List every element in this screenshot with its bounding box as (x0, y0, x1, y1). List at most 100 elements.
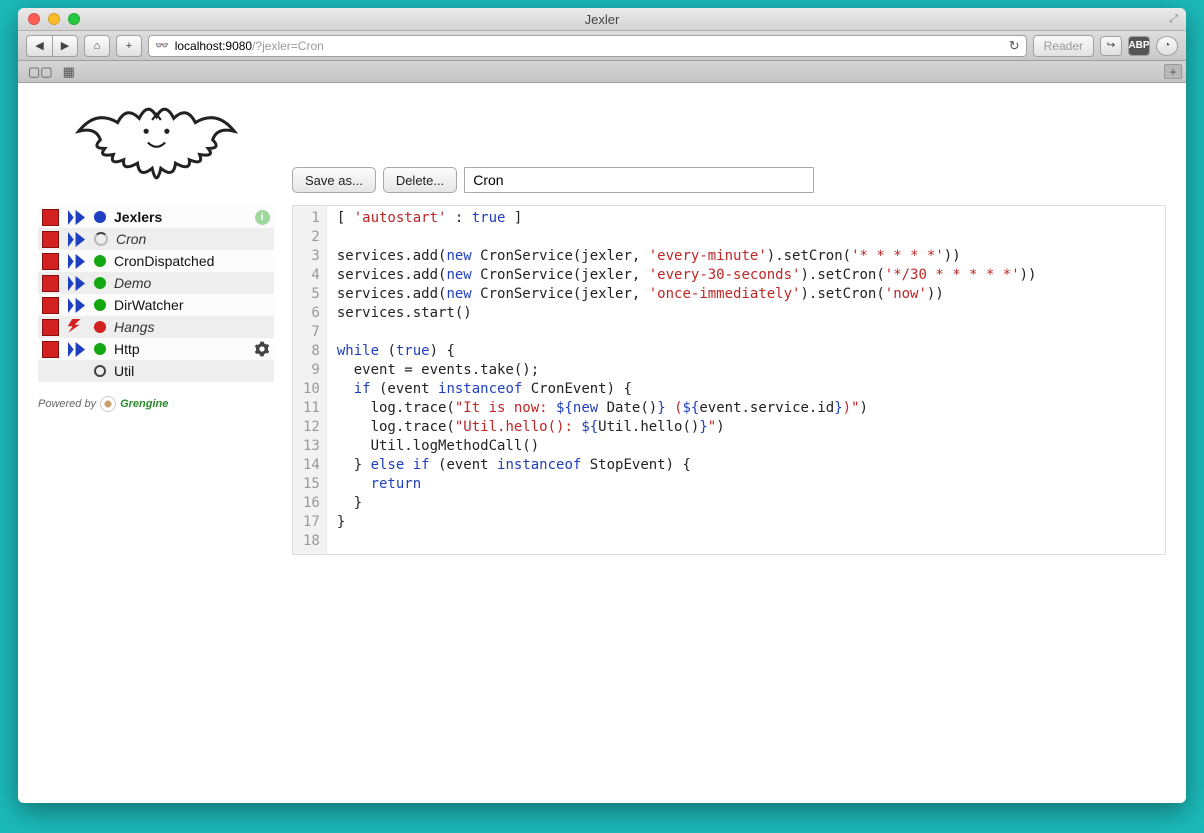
minimize-window-button[interactable] (48, 13, 60, 25)
url-host: localhost:9080 (175, 39, 252, 53)
jexler-list: Jexlers i CronCronDispatched Demo DirWatcher… (38, 206, 274, 382)
code-line[interactable]: while (true) { (337, 342, 1037, 361)
settings-icon[interactable] (254, 341, 270, 357)
traffic-lights (18, 13, 80, 25)
jexler-row-demo[interactable]: Demo (38, 272, 274, 294)
delete-button[interactable]: Delete... (383, 167, 457, 193)
status-dot-red (94, 321, 106, 333)
play-button[interactable] (67, 231, 86, 248)
status-dot-idle (94, 365, 106, 377)
grengine-logo-icon (100, 396, 116, 412)
jexler-logo (38, 95, 274, 206)
stop-button[interactable] (42, 319, 59, 336)
nav-buttons: ◀ ▶ (26, 35, 78, 57)
stop-button[interactable] (42, 209, 59, 226)
url-bar[interactable]: 👓 localhost:9080/?jexler=Cron ↻ (148, 35, 1027, 57)
line-number: 5 (303, 285, 320, 304)
jexler-name-label: Http (114, 341, 246, 357)
gutter: 123456789101112131415161718 (293, 206, 327, 554)
profile-icon[interactable]: ◔ (1156, 36, 1178, 56)
browser-window: Jexler ⤢ ◀ ▶ ⌂ + 👓 localhost:9080/?jexle… (18, 8, 1186, 803)
zoom-window-button[interactable] (68, 13, 80, 25)
titlebar: Jexler ⤢ (18, 8, 1186, 31)
jexler-name-input[interactable] (464, 167, 814, 193)
jexler-name-label: Demo (114, 275, 246, 291)
stop-button[interactable] (42, 275, 59, 292)
home-button[interactable]: ⌂ (84, 35, 110, 57)
save-as-button[interactable]: Save as... (292, 167, 376, 193)
sidebar: Jexlers i CronCronDispatched Demo DirWatcher… (38, 95, 274, 783)
code-line[interactable]: [ 'autostart' : true ] (337, 209, 1037, 228)
code-line[interactable]: services.add(new CronService(jexler, 'ev… (337, 266, 1037, 285)
code-line[interactable]: services.add(new CronService(jexler, 'ev… (337, 247, 1037, 266)
window-title: Jexler (18, 12, 1186, 27)
line-number: 9 (303, 361, 320, 380)
line-number: 16 (303, 494, 320, 513)
code-line[interactable]: return (337, 475, 1037, 494)
play-button[interactable] (67, 297, 86, 314)
forward-button[interactable]: ▶ (52, 35, 78, 57)
code-line[interactable]: log.trace("Util.hello(): ${Util.hello()}… (337, 418, 1037, 437)
code-line[interactable]: if (event instanceof CronEvent) { (337, 380, 1037, 399)
code-line[interactable]: services.add(new CronService(jexler, 'on… (337, 285, 1037, 304)
stop-button[interactable] (42, 297, 59, 314)
reader-button[interactable]: Reader (1033, 35, 1094, 57)
abp-icon[interactable]: ABP (1128, 36, 1150, 56)
code-line[interactable]: services.start() (337, 304, 1037, 323)
play-button[interactable] (67, 253, 86, 270)
stop-button[interactable] (42, 231, 59, 248)
new-tab-button[interactable]: + (1164, 64, 1182, 79)
stop-button[interactable] (42, 341, 59, 358)
code-line[interactable] (337, 228, 1037, 247)
grid-icon[interactable]: ▦ (63, 64, 75, 80)
jexler-row-http[interactable]: Http (38, 338, 274, 360)
line-number: 7 (303, 323, 320, 342)
line-number: 6 (303, 304, 320, 323)
code-line[interactable]: } else if (event instanceof StopEvent) { (337, 456, 1037, 475)
jexler-name-label: Util (114, 363, 246, 379)
line-number: 11 (303, 399, 320, 418)
code-area[interactable]: [ 'autostart' : true ] services.add(new C… (327, 206, 1047, 554)
code-line[interactable]: event = events.take(); (337, 361, 1037, 380)
code-editor[interactable]: 123456789101112131415161718 [ 'autostart… (292, 205, 1166, 555)
code-line[interactable]: } (337, 513, 1037, 532)
code-line[interactable] (337, 323, 1037, 342)
page-content: Jexlers i CronCronDispatched Demo DirWatcher… (18, 83, 1186, 803)
line-number: 8 (303, 342, 320, 361)
main-area: Save as... Delete... 1234567891011121314… (292, 95, 1166, 783)
jexler-row-dirwatcher[interactable]: DirWatcher (38, 294, 274, 316)
info-icon[interactable]: i (255, 210, 270, 225)
status-dot-green (94, 277, 106, 289)
code-line[interactable] (337, 532, 1037, 551)
code-line[interactable]: } (337, 494, 1037, 513)
jexler-row-util[interactable]: Util (38, 360, 274, 382)
jexler-row-cron[interactable]: Cron (38, 228, 274, 250)
add-bookmark-button[interactable]: + (116, 35, 142, 57)
action-row: Save as... Delete... (292, 167, 1166, 193)
fullscreen-icon[interactable]: ⤢ (1169, 13, 1178, 26)
jexler-name-label: Jexlers (114, 209, 246, 225)
grengine-link[interactable]: Grengine (120, 398, 168, 410)
line-number: 13 (303, 437, 320, 456)
back-button[interactable]: ◀ (26, 35, 52, 57)
jexler-row-crondispatched[interactable]: CronDispatched (38, 250, 274, 272)
close-window-button[interactable] (28, 13, 40, 25)
play-button[interactable] (67, 275, 86, 292)
code-line[interactable]: Util.logMethodCall() (337, 437, 1037, 456)
busy-spinner-icon (94, 232, 108, 246)
reader-glasses-icon: 👓 (155, 39, 169, 52)
jexler-row-hangs[interactable]: Hangs (38, 316, 274, 338)
book-icon[interactable]: ▢▢ (28, 64, 53, 80)
jexler-name-label: Hangs (114, 319, 246, 335)
line-number: 4 (303, 266, 320, 285)
reload-icon[interactable]: ↻ (1009, 38, 1020, 54)
play-button[interactable] (67, 209, 86, 226)
code-line[interactable]: log.trace("It is now: ${new Date()} (${e… (337, 399, 1037, 418)
bookmark-bar: ▢▢ ▦ + (18, 61, 1186, 83)
line-number: 17 (303, 513, 320, 532)
jexler-row-jexlers[interactable]: Jexlers i (38, 206, 274, 228)
url-path: /?jexler=Cron (252, 39, 324, 53)
share-icon[interactable]: ↪ (1100, 36, 1122, 56)
stop-button[interactable] (42, 253, 59, 270)
play-button[interactable] (67, 341, 86, 358)
